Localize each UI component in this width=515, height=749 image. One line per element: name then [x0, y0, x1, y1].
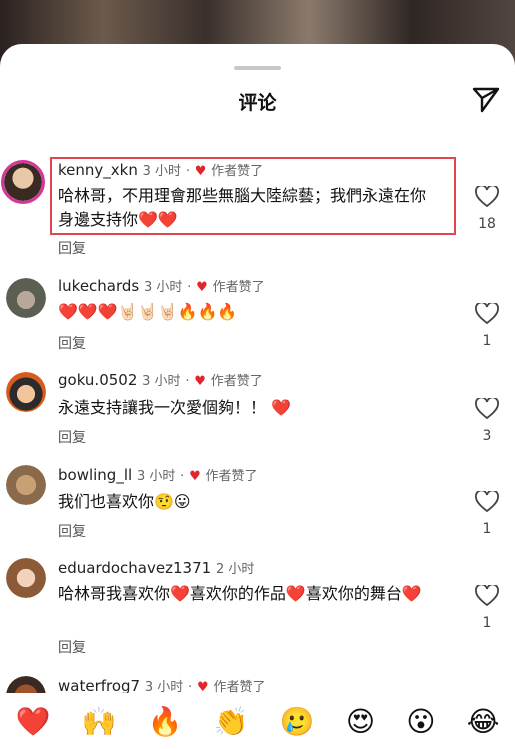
comment-time: 3 小时: [136, 469, 176, 484]
author-liked-label: 作者赞了: [212, 280, 265, 295]
comment-text: 哈林哥我喜欢你❤️喜欢你的作品❤️喜欢你的舞台❤️: [58, 584, 422, 603]
emoji-teary-smile[interactable]: 🥲: [280, 705, 315, 738]
comment-username[interactable]: goku.0502: [58, 371, 137, 389]
avatar[interactable]: [6, 278, 46, 318]
emoji-reaction-bar: ❤️ 🙌 🔥 👏 🥲 😍 😮 😂: [0, 693, 515, 749]
like-control[interactable]: 1: [474, 585, 500, 631]
avatar[interactable]: [6, 558, 46, 598]
sheet-title: 评论: [238, 92, 277, 114]
reply-button[interactable]: 回复: [58, 637, 86, 657]
like-control[interactable]: 18: [474, 186, 500, 232]
reply-button[interactable]: 回复: [58, 333, 86, 353]
share-icon[interactable]: [471, 84, 501, 114]
like-count: 1: [482, 521, 492, 537]
heart-outline-icon: [475, 303, 499, 325]
author-liked-heart-icon: ♥: [196, 280, 208, 295]
heart-outline-icon: [475, 398, 499, 420]
author-liked-label: 作者赞了: [210, 374, 263, 389]
emoji-surprised[interactable]: 😮: [406, 705, 435, 738]
avatar[interactable]: [1, 160, 45, 204]
comment-time: 3 小时: [142, 374, 181, 389]
reply-button[interactable]: 回复: [58, 521, 86, 541]
comment-time: 2 小时: [215, 562, 255, 577]
heart-outline-icon: [475, 585, 499, 607]
like-control[interactable]: 1: [474, 303, 500, 349]
author-liked-heart-icon: ♥: [194, 374, 206, 389]
comment-text: 永遠支持讓我一次愛個夠！！ ❤️: [58, 398, 292, 417]
like-count: 18: [478, 216, 496, 232]
highlight-box: [50, 157, 456, 235]
emoji-fire[interactable]: 🔥: [148, 705, 183, 738]
avatar[interactable]: [6, 465, 46, 505]
author-liked-heart-icon: ♥: [189, 469, 201, 484]
like-count: 1: [482, 333, 492, 349]
like-control[interactable]: 1: [474, 491, 500, 537]
heart-outline-icon: [475, 186, 499, 208]
like-control[interactable]: 3: [474, 398, 500, 444]
emoji-clap[interactable]: 👏: [214, 705, 249, 738]
like-count: 3: [482, 428, 492, 444]
emoji-laughing[interactable]: 😂: [467, 705, 500, 738]
comment-text: ❤️❤️❤️🤘🏻🤘🏻🤘🏻🔥🔥🔥: [58, 302, 238, 321]
comment-username[interactable]: bowling_ll: [58, 466, 132, 484]
comment-text: 我们也喜欢你🤨😛: [58, 492, 191, 511]
heart-outline-icon: [475, 491, 499, 513]
comment-username[interactable]: eduardochavez1371: [58, 559, 211, 577]
like-count: 1: [482, 615, 492, 631]
drag-handle[interactable]: [234, 66, 281, 70]
emoji-raised-hands[interactable]: 🙌: [82, 705, 117, 738]
reply-button[interactable]: 回复: [58, 238, 86, 258]
emoji-heart-eyes[interactable]: 😍: [346, 705, 375, 738]
emoji-heart[interactable]: ❤️: [16, 705, 51, 738]
reply-button[interactable]: 回复: [58, 427, 86, 447]
author-liked-label: 作者赞了: [205, 469, 258, 484]
comment-username[interactable]: lukechards: [58, 277, 139, 295]
avatar[interactable]: [6, 372, 46, 412]
comment-time: 3 小时: [144, 280, 183, 295]
